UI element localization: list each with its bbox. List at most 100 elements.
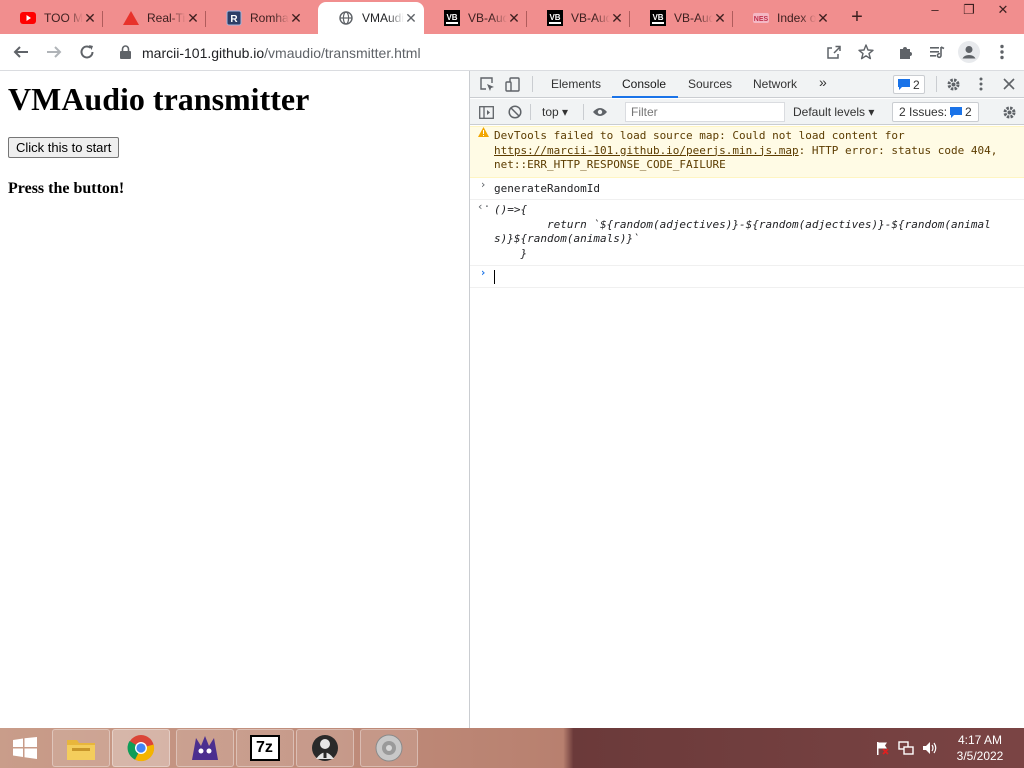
active-tab-indicator xyxy=(612,96,678,98)
console-result-entry[interactable]: ‹· ()=>{ return `${random(adjectives)}-${… xyxy=(470,200,1024,266)
issues-count: 2 xyxy=(965,105,972,119)
browser-tab[interactable]: VB VB-Audio ✕ xyxy=(630,2,733,34)
url-host: marcii-101.github.io xyxy=(142,45,265,61)
close-devtools-icon[interactable] xyxy=(1000,75,1018,93)
live-expression-eye-icon[interactable] xyxy=(591,103,609,121)
browser-tab[interactable]: VB VB-Audio ✕ xyxy=(527,2,630,34)
more-tabs-chevron-icon[interactable]: » xyxy=(819,74,827,90)
back-button[interactable] xyxy=(9,40,33,64)
dropdown-caret-icon: ▾ xyxy=(868,105,875,119)
chrome-menu-icon[interactable] xyxy=(990,40,1014,64)
browser-tab[interactable]: NES Index of ✕ xyxy=(733,2,836,34)
clock-time: 4:17 AM xyxy=(957,733,1003,747)
url-path: /vmaudio/transmitter.html xyxy=(264,45,421,61)
sidebar-toggle-icon[interactable] xyxy=(477,103,495,121)
taskbar-file-explorer[interactable] xyxy=(52,729,110,767)
taskbar-speaker-app[interactable] xyxy=(360,729,418,767)
issues-label: 2 Issues: xyxy=(899,105,948,119)
forward-button[interactable] xyxy=(42,40,66,64)
tab-close-icon[interactable]: ✕ xyxy=(816,10,830,27)
bookmark-star-icon[interactable] xyxy=(854,40,878,64)
context-label: top xyxy=(542,105,559,119)
browser-tab[interactable]: Real-Time ✕ xyxy=(103,2,206,34)
tab-title: VMAudio xyxy=(362,11,404,25)
tab-close-icon[interactable]: ✕ xyxy=(404,10,418,27)
system-clock[interactable]: 4:17 AM 3/5/2022 xyxy=(944,732,1016,764)
lock-icon[interactable] xyxy=(120,45,131,64)
tab-title: TOO MUCH xyxy=(44,11,83,25)
browser-tab[interactable]: VB VB-Audio ✕ xyxy=(424,2,527,34)
address-bar[interactable]: marcii-101.github.io/vmaudio/transmitter… xyxy=(110,37,888,67)
taskbar-7zip[interactable]: 7z xyxy=(236,729,294,767)
toolbar-divider xyxy=(532,76,533,92)
dropdown-caret-icon: ▾ xyxy=(562,105,569,119)
close-window-button[interactable]: ✕ xyxy=(986,0,1020,22)
tab-close-icon[interactable]: ✕ xyxy=(289,10,303,27)
tab-close-icon[interactable]: ✕ xyxy=(186,10,200,27)
network-icon[interactable] xyxy=(898,740,914,756)
new-tab-button[interactable]: + xyxy=(846,7,868,29)
file-explorer-icon xyxy=(67,740,95,760)
source-map-link[interactable]: https://marcii-101.github.io/peerjs.min.… xyxy=(494,144,799,157)
messages-count: 2 xyxy=(913,77,920,92)
arrow-left-icon xyxy=(13,46,28,58)
start-button[interactable] xyxy=(0,728,50,768)
profile-avatar-icon[interactable] xyxy=(957,40,981,64)
reload-icon xyxy=(80,45,94,59)
svg-text:NES: NES xyxy=(754,16,769,23)
media-queue-icon[interactable] xyxy=(925,40,949,64)
message-icon xyxy=(950,106,963,118)
devtools-panel: Elements Console Sources Network » 2 top… xyxy=(469,71,1024,728)
log-levels-dropdown[interactable]: Default levels ▾ xyxy=(793,105,874,119)
browser-tab[interactable]: TOO MUCH ✕ xyxy=(0,2,103,34)
windows-logo-icon xyxy=(13,737,37,759)
minimize-button[interactable]: – xyxy=(918,0,952,22)
browser-tab-active[interactable]: VMAudio ✕ xyxy=(318,2,424,34)
start-button[interactable]: Click this to start xyxy=(8,137,120,158)
tab-close-icon[interactable]: ✕ xyxy=(83,10,97,27)
tab-title: Real-Time xyxy=(147,11,186,25)
toolbar-divider xyxy=(936,76,937,92)
inspect-element-icon[interactable] xyxy=(478,75,496,93)
device-toolbar-icon[interactable] xyxy=(503,75,521,93)
url-text[interactable]: marcii-101.github.io/vmaudio/transmitter… xyxy=(142,45,421,61)
restore-button[interactable]: ❐ xyxy=(952,0,986,22)
browser-tab[interactable]: R Romhacks ✕ xyxy=(206,2,309,34)
r-logo-icon: R xyxy=(226,10,242,26)
issues-button[interactable]: 2 Issues: 2 xyxy=(892,102,979,122)
action-center-flag-icon[interactable] xyxy=(874,740,890,756)
kebab-menu-icon[interactable] xyxy=(972,75,990,93)
extensions-puzzle-icon[interactable] xyxy=(894,40,918,64)
taskbar-chrome[interactable] xyxy=(112,729,170,767)
tab-console[interactable]: Console xyxy=(622,77,666,91)
taskbar-app[interactable] xyxy=(296,729,354,767)
context-selector[interactable]: top ▾ xyxy=(542,105,568,119)
console-output: DevTools failed to load source map: Coul… xyxy=(470,126,1024,288)
message-icon xyxy=(898,79,910,90)
tab-title: Romhacks xyxy=(250,11,289,25)
volume-icon[interactable] xyxy=(922,740,938,756)
console-prompt[interactable]: › xyxy=(470,266,1024,288)
console-filter-input[interactable] xyxy=(625,102,785,122)
7zip-label: 7z xyxy=(256,739,273,756)
tab-elements[interactable]: Elements xyxy=(551,77,601,91)
console-settings-gear-icon[interactable] xyxy=(1000,103,1018,121)
settings-gear-icon[interactable] xyxy=(944,75,962,93)
tab-network[interactable]: Network xyxy=(753,77,797,91)
tab-close-icon[interactable]: ✕ xyxy=(507,10,521,27)
taskbar-app[interactable] xyxy=(176,729,234,767)
svg-text:R: R xyxy=(230,14,238,25)
nes-icon: NES xyxy=(753,10,769,26)
text-caret xyxy=(494,270,495,284)
share-icon[interactable] xyxy=(822,40,846,64)
warning-icon xyxy=(477,127,489,142)
warning-triangle-icon xyxy=(123,10,139,26)
command-text: generateRandomId xyxy=(494,181,600,195)
app-icon xyxy=(312,735,338,761)
tab-close-icon[interactable]: ✕ xyxy=(713,10,727,27)
tab-sources[interactable]: Sources xyxy=(688,77,732,91)
tab-close-icon[interactable]: ✕ xyxy=(610,10,624,27)
reload-button[interactable] xyxy=(75,40,99,64)
clear-console-icon[interactable] xyxy=(506,103,524,121)
messages-badge[interactable]: 2 xyxy=(893,75,925,94)
